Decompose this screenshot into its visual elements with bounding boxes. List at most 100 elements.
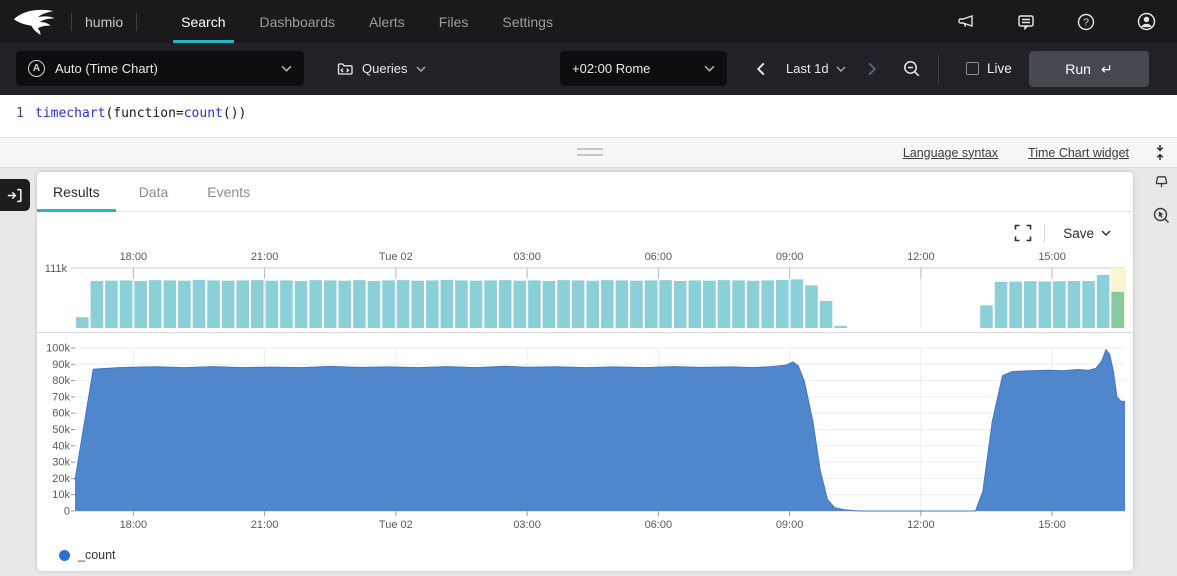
repository-name[interactable]: humio xyxy=(85,14,123,30)
run-button[interactable]: Run ↵ xyxy=(1029,51,1149,87)
time-shift-forward-button[interactable] xyxy=(858,51,887,86)
svg-text:15:00: 15:00 xyxy=(1038,519,1066,531)
svg-text:12:00: 12:00 xyxy=(907,251,935,263)
crowdstrike-falcon-logo[interactable] xyxy=(12,7,58,37)
svg-text:Tue 02: Tue 02 xyxy=(379,519,413,531)
zoom-out-time-button[interactable] xyxy=(892,51,932,86)
help-button[interactable]: ? xyxy=(1076,12,1096,32)
user-avatar-icon xyxy=(1136,11,1157,32)
legend-series-label: _count xyxy=(78,548,116,562)
run-label: Run xyxy=(1065,61,1091,77)
nav-item-dashboards[interactable]: Dashboards xyxy=(243,0,353,43)
tab-results[interactable]: Results xyxy=(37,172,116,211)
chart-separator xyxy=(37,332,1133,333)
nav-divider xyxy=(136,13,137,31)
svg-text:10k: 10k xyxy=(52,489,70,501)
query-inspector-button[interactable] xyxy=(1152,206,1171,228)
live-toggle[interactable]: Live xyxy=(956,51,1022,86)
auto-widget-icon: A xyxy=(28,60,45,77)
collapse-editor-button[interactable] xyxy=(1153,144,1167,161)
arrow-into-panel-icon xyxy=(6,186,24,205)
fullscreen-button[interactable] xyxy=(1014,224,1032,242)
svg-text:09:00: 09:00 xyxy=(776,519,804,531)
chevron-down-icon xyxy=(704,65,715,72)
nav-item-files[interactable]: Files xyxy=(422,0,486,43)
widget-type-select[interactable]: A Auto (Time Chart) xyxy=(16,51,304,86)
language-syntax-link[interactable]: Language syntax xyxy=(897,145,1004,161)
notifications-button[interactable] xyxy=(1152,174,1171,194)
bell-icon xyxy=(1152,174,1171,191)
legend-color-dot xyxy=(59,550,70,561)
feedback-button[interactable] xyxy=(1016,12,1036,32)
time-range-value: Last 1d xyxy=(786,61,829,76)
save-button[interactable]: Save xyxy=(1057,225,1117,242)
timeline-chart[interactable]: 18:0021:00Tue 0203:0006:0009:0012:0015:0… xyxy=(37,246,1133,332)
svg-text:21:00: 21:00 xyxy=(251,519,279,531)
tab-events[interactable]: Events xyxy=(191,172,266,211)
timezone-value: +02:00 Rome xyxy=(572,61,704,76)
editor-splitter: Language syntax Time Chart widget xyxy=(0,138,1177,168)
time-chart-widget-link[interactable]: Time Chart widget xyxy=(1022,145,1135,161)
chevron-left-icon xyxy=(756,62,765,76)
queries-label: Queries xyxy=(362,61,408,76)
tools-divider xyxy=(1044,224,1045,242)
query-toolbar: A Auto (Time Chart) Queries +02:00 Rome … xyxy=(0,43,1177,95)
results-panel: Results Data Events Save 18:0021:00Tue 0… xyxy=(37,172,1133,571)
svg-text:40k: 40k xyxy=(52,440,70,452)
svg-text:30k: 30k xyxy=(52,457,70,469)
splitter-links: Language syntax Time Chart widget xyxy=(897,138,1167,167)
account-button[interactable] xyxy=(1136,11,1157,32)
saved-queries-folder-icon xyxy=(336,60,354,78)
live-label: Live xyxy=(987,61,1012,76)
svg-text:50k: 50k xyxy=(52,424,70,436)
time-range-select[interactable]: Last 1d xyxy=(776,51,856,86)
resize-handle[interactable] xyxy=(577,148,603,160)
timezone-select[interactable]: +02:00 Rome xyxy=(560,51,727,86)
tab-data[interactable]: Data xyxy=(123,172,185,211)
nav-item-alerts[interactable]: Alerts xyxy=(352,0,422,43)
magnifier-cursor-icon xyxy=(1152,206,1171,225)
chart-legend[interactable]: _count xyxy=(59,548,116,562)
help-icon: ? xyxy=(1076,12,1096,32)
svg-text:111k: 111k xyxy=(45,263,68,275)
svg-text:03:00: 03:00 xyxy=(513,519,541,531)
queries-menu-button[interactable]: Queries xyxy=(326,51,436,86)
nav-right-icons: ? xyxy=(956,11,1157,32)
svg-text:12:00: 12:00 xyxy=(907,519,935,531)
toolbar-divider xyxy=(938,54,939,84)
fullscreen-icon xyxy=(1014,224,1032,242)
main-chart[interactable]: 100k90k80k70k60k50k40k30k20k10k018:0021:… xyxy=(37,338,1133,544)
svg-text:21:00: 21:00 xyxy=(251,251,279,263)
query-editor[interactable]: 1 timechart(function=count()) xyxy=(0,95,1177,138)
save-label: Save xyxy=(1063,226,1094,241)
nav-item-settings[interactable]: Settings xyxy=(485,0,570,43)
time-shift-back-button[interactable] xyxy=(746,51,775,86)
svg-text:20k: 20k xyxy=(52,473,70,485)
chevron-right-icon xyxy=(868,62,877,76)
chevron-down-icon xyxy=(836,66,846,72)
svg-text:15:00: 15:00 xyxy=(1038,251,1066,263)
svg-text:06:00: 06:00 xyxy=(645,251,673,263)
expand-side-panel-button[interactable] xyxy=(0,179,30,211)
megaphone-icon xyxy=(956,12,976,32)
live-checkbox[interactable] xyxy=(966,62,979,75)
chart-tools: Save xyxy=(1014,224,1117,242)
widget-type-value: Auto (Time Chart) xyxy=(55,61,271,76)
svg-text:60k: 60k xyxy=(52,408,70,420)
nav-divider xyxy=(71,13,72,31)
chevron-down-icon xyxy=(416,66,426,72)
nav-item-search[interactable]: Search xyxy=(164,0,242,43)
results-area: Results Data Events Save 18:0021:00Tue 0… xyxy=(0,168,1177,576)
query-token: timechart xyxy=(35,106,105,121)
zoom-out-icon xyxy=(902,59,922,79)
svg-text:?: ? xyxy=(1083,16,1089,28)
results-tabs: Results Data Events xyxy=(37,172,1133,212)
svg-text:0: 0 xyxy=(64,506,70,518)
svg-text:100k: 100k xyxy=(46,343,70,355)
top-navbar: humio Search Dashboards Alerts Files Set… xyxy=(0,0,1177,43)
chat-bubble-icon xyxy=(1016,12,1036,32)
query-text[interactable]: timechart(function=count()) xyxy=(35,106,246,137)
announcements-button[interactable] xyxy=(956,12,976,32)
chevron-down-icon xyxy=(1101,230,1111,236)
svg-text:90k: 90k xyxy=(52,359,70,371)
